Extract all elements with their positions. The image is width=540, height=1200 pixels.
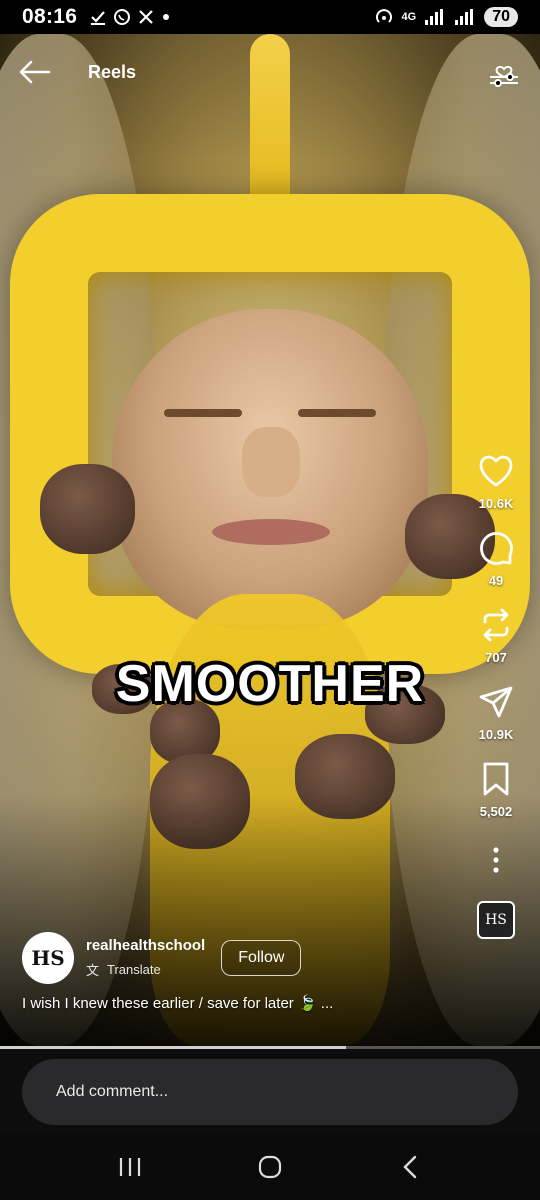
send-icon: [479, 686, 513, 718]
dot-icon: [163, 14, 170, 20]
save-count: 5,502: [479, 804, 513, 819]
hotspot-icon: [375, 9, 392, 23]
video-art-rock: [40, 464, 135, 554]
home-button[interactable]: [250, 1147, 290, 1187]
heart-icon: [479, 455, 513, 487]
whatsapp-icon: [114, 9, 131, 25]
like-button[interactable]: 10.6K: [477, 452, 515, 511]
translate-label: Translate: [107, 962, 161, 977]
status-time: 08:16: [22, 5, 78, 28]
share-button[interactable]: 10.9K: [477, 683, 515, 742]
signal-icon: [425, 9, 444, 25]
reel-actions: 10.6K 49 707 10.9K 5,502 HS: [466, 452, 526, 939]
comment-count: 49: [488, 573, 504, 588]
more-vertical-icon: [493, 847, 499, 873]
video-overlay-caption: SMOOTHER: [115, 655, 425, 713]
avatar[interactable]: HS: [22, 932, 74, 984]
status-right: 4G 70: [374, 7, 518, 27]
bookmark-icon: [483, 762, 509, 796]
translate-link[interactable]: 文 Translate: [86, 960, 205, 979]
like-count: 10.6K: [478, 496, 514, 511]
battery-indicator: 70: [484, 7, 518, 27]
comment-button[interactable]: 49: [477, 529, 515, 588]
comment-area: Add comment...: [0, 1049, 540, 1133]
author-name[interactable]: realhealthschool: [86, 937, 205, 954]
page-title: Reels: [88, 61, 137, 82]
signal-icon-2: [455, 9, 474, 25]
back-icon: [403, 1155, 417, 1178]
audio-thumbnail[interactable]: HS: [477, 901, 515, 939]
arrow-left-icon: [19, 60, 51, 84]
heart-sliders-icon: [490, 65, 518, 87]
translate-icon: 文: [86, 963, 100, 978]
share-count: 10.9K: [478, 727, 514, 742]
repost-count: 707: [485, 650, 507, 665]
video-art-face: [112, 309, 428, 629]
recent-apps-icon: [119, 1157, 141, 1176]
comment-input[interactable]: Add comment...: [22, 1059, 518, 1125]
status-bar: 08:16 4G 70: [0, 0, 540, 34]
repost-icon: [483, 608, 509, 642]
back-button[interactable]: [18, 55, 52, 89]
network-type: 4G: [401, 11, 417, 23]
x-icon: [139, 10, 153, 24]
recent-apps-button[interactable]: [110, 1147, 150, 1187]
author-row: HS realhealthschool 文 Translate Follow: [22, 932, 302, 984]
reel-description[interactable]: I wish I knew these earlier / save for l…: [22, 994, 442, 1012]
system-nav-bar: [0, 1133, 540, 1200]
reels-header: Reels: [0, 48, 540, 96]
interests-button[interactable]: [486, 54, 522, 90]
more-options-button[interactable]: [481, 845, 511, 875]
repost-button[interactable]: 707: [477, 606, 515, 665]
notification-icons: [89, 8, 171, 26]
home-icon: [258, 1155, 282, 1178]
save-button[interactable]: 5,502: [477, 760, 515, 819]
reel-video[interactable]: SMOOTHER: [0, 34, 540, 1046]
author-meta: realhealthschool 文 Translate: [86, 937, 205, 979]
nav-back-button[interactable]: [390, 1147, 430, 1187]
follow-button[interactable]: Follow: [221, 940, 302, 976]
download-check-icon: [91, 11, 106, 25]
comment-bubble-icon: [480, 532, 513, 565]
